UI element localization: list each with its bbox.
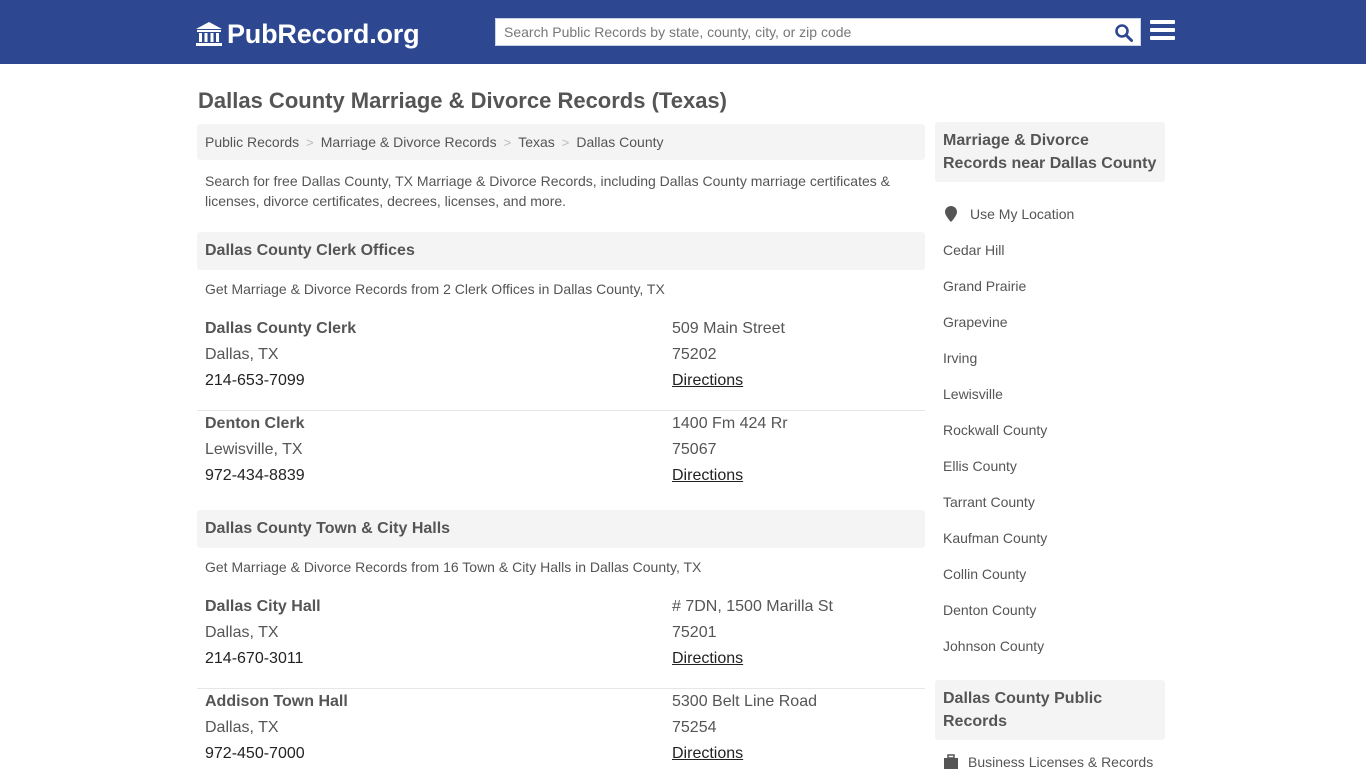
breadcrumb: Public Records > Marriage & Divorce Reco… xyxy=(197,124,925,160)
office-phone[interactable]: 214-670-3011 xyxy=(205,646,321,672)
directions-link[interactable]: Directions xyxy=(672,467,743,484)
nearby-link[interactable]: Denton County xyxy=(943,592,1074,628)
office-phone[interactable]: 214-653-7099 xyxy=(205,368,356,394)
section-heading: Dallas County Town & City Halls xyxy=(197,510,925,548)
search-icon xyxy=(1115,24,1133,42)
breadcrumb-current: Dallas County xyxy=(576,134,664,150)
office-address: # 7DN, 1500 Marilla St xyxy=(672,598,833,615)
hamburger-menu-button[interactable] xyxy=(1150,20,1175,42)
section-subtitle: Get Marriage & Divorce Records from 2 Cl… xyxy=(205,281,665,297)
search-box xyxy=(495,18,1141,46)
directions-link[interactable]: Directions xyxy=(672,372,743,389)
nearby-link[interactable]: Cedar Hill xyxy=(943,232,1074,268)
breadcrumb-texas[interactable]: Texas xyxy=(518,134,555,150)
search-input[interactable] xyxy=(496,19,1096,45)
office-name: Denton Clerk xyxy=(205,415,305,432)
office-phone[interactable]: 972-450-7000 xyxy=(205,741,348,767)
nearby-link[interactable]: Ellis County xyxy=(943,448,1074,484)
use-my-location-link[interactable]: Use My Location xyxy=(943,196,1074,232)
nearby-link[interactable]: Lewisville xyxy=(943,376,1074,412)
office-listing: Addison Town Hall Dallas, TX 972-450-700… xyxy=(197,689,925,784)
nearby-link[interactable]: Collin County xyxy=(943,556,1074,592)
office-zip: 75202 xyxy=(672,346,717,363)
section-subtitle: Get Marriage & Divorce Records from 16 T… xyxy=(205,559,702,575)
menu-bar xyxy=(1150,20,1175,24)
office-name: Dallas County Clerk xyxy=(205,320,357,337)
office-zip: 75254 xyxy=(672,719,717,736)
sidebar-public-records-heading: Dallas County Public Records xyxy=(935,680,1165,740)
nearby-link[interactable]: Tarrant County xyxy=(943,484,1074,520)
section-heading: Dallas County Clerk Offices xyxy=(197,232,925,270)
menu-bar xyxy=(1150,28,1175,32)
office-city: Dallas, TX xyxy=(205,719,279,736)
use-my-location-label: Use My Location xyxy=(970,206,1075,222)
office-address: 5300 Belt Line Road xyxy=(672,693,817,710)
office-zip: 75201 xyxy=(672,624,717,641)
office-name: Dallas City Hall xyxy=(205,598,321,615)
logo-text: PubRecord.org xyxy=(227,18,420,49)
menu-bar xyxy=(1150,36,1175,40)
sidebar-nearby-heading: Marriage & Divorce Records near Dallas C… xyxy=(935,122,1165,182)
nearby-link[interactable]: Rockwall County xyxy=(943,412,1074,448)
nearby-link[interactable]: Johnson County xyxy=(943,628,1074,664)
office-address: 509 Main Street xyxy=(672,320,785,337)
breadcrumb-separator: > xyxy=(561,134,570,150)
breadcrumb-separator: > xyxy=(306,134,314,150)
office-phone[interactable]: 972-434-8839 xyxy=(205,463,305,489)
courthouse-icon xyxy=(196,22,222,46)
office-listing: Dallas City Hall Dallas, TX 214-670-3011… xyxy=(197,594,925,689)
nearby-link[interactable]: Grapevine xyxy=(943,304,1074,340)
nearby-link[interactable]: Grand Prairie xyxy=(943,268,1074,304)
search-button[interactable] xyxy=(1114,23,1134,43)
office-city: Dallas, TX xyxy=(205,624,279,641)
top-navigation-bar: PubRecord.org xyxy=(0,0,1366,64)
nearby-link[interactable]: Irving xyxy=(943,340,1074,376)
site-logo[interactable]: PubRecord.org xyxy=(195,17,420,51)
directions-link[interactable]: Directions xyxy=(672,650,743,667)
office-listing: Dallas County Clerk Dallas, TX 214-653-7… xyxy=(197,316,925,411)
page-title: Dallas County Marriage & Divorce Records… xyxy=(198,88,727,113)
breadcrumb-marriage-divorce[interactable]: Marriage & Divorce Records xyxy=(321,134,497,150)
office-city: Lewisville, TX xyxy=(205,441,303,458)
intro-text: Search for free Dallas County, TX Marria… xyxy=(205,173,890,209)
map-marker-icon xyxy=(945,206,957,222)
office-city: Dallas, TX xyxy=(205,346,279,363)
breadcrumb-public-records[interactable]: Public Records xyxy=(205,134,299,150)
directions-link[interactable]: Directions xyxy=(672,745,743,762)
office-name: Addison Town Hall xyxy=(205,693,348,710)
nearby-list: Use My Location Cedar Hill Grand Prairie… xyxy=(943,196,1074,664)
office-address: 1400 Fm 424 Rr xyxy=(672,415,788,432)
nearby-link[interactable]: Kaufman County xyxy=(943,520,1074,556)
breadcrumb-separator: > xyxy=(503,134,512,150)
office-zip: 75067 xyxy=(672,441,717,458)
office-listing: Denton Clerk Lewisville, TX 972-434-8839… xyxy=(197,411,925,506)
